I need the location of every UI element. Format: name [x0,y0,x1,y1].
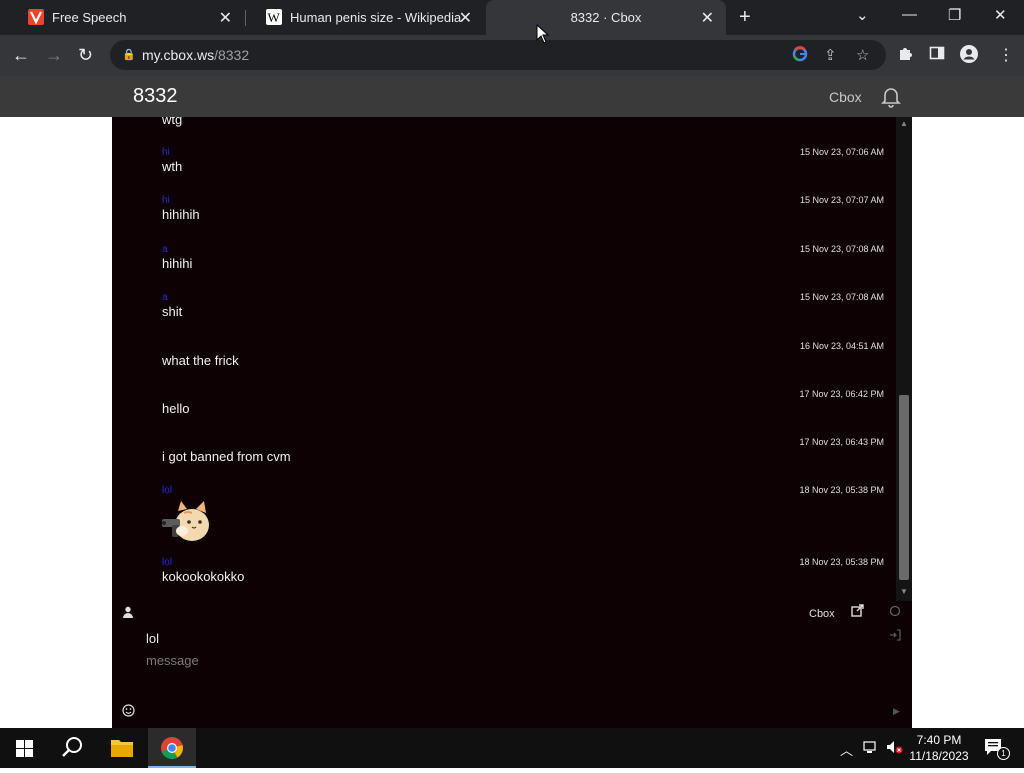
tab-search-icon[interactable]: ⌄ [856,6,869,24]
close-icon[interactable]: ✕ [459,8,472,28]
cbox-link[interactable]: Cbox [809,608,835,620]
wikipedia-icon: W [266,9,282,25]
message-author[interactable]: lol [162,557,172,568]
tab-wikipedia[interactable]: W Human penis size - Wikipedia ✕ [246,0,484,35]
file-explorer-icon[interactable] [98,728,146,768]
message-input[interactable] [146,653,876,668]
message-text: i got banned from cvm [162,449,291,464]
compose-area: ▶ [112,625,912,728]
taskbar: ︿ 7:40 PM 11/18/2023 1 [0,728,1024,768]
more-menu-icon[interactable]: ⋮ [998,45,1014,65]
clock-date: 11/18/2023 [909,749,969,763]
message-author[interactable]: hi [162,147,170,158]
network-icon[interactable] [863,740,879,757]
user-icon[interactable] [122,606,134,621]
message-text: what the frick [162,353,239,368]
extensions-puzzle-icon[interactable] [897,45,913,66]
close-icon[interactable]: ✕ [701,8,714,28]
chevron-up-icon[interactable]: ︿ [840,740,853,759]
google-icon[interactable] [792,46,808,66]
svg-text:W: W [268,10,281,25]
message-time: 15 Nov 23, 07:07 AM [799,195,884,205]
message-author[interactable]: a [162,244,168,255]
tab-strip: Free Speech ✕ W Human penis size - Wikip… [0,0,1024,35]
scroll-down-arrow-icon[interactable]: ▼ [900,587,908,596]
reload-icon[interactable]: ↻ [78,45,93,66]
message-time: 17 Nov 23, 06:43 PM [799,437,884,447]
message-time: 15 Nov 23, 07:08 AM [799,292,884,302]
chat-toolbar: Cbox [112,601,912,625]
address-url[interactable]: my.cbox.ws/8332 [142,47,249,63]
message-time: 17 Nov 23, 06:42 PM [799,389,884,399]
restore-icon[interactable]: ❐ [948,6,961,24]
new-tab-button[interactable]: + [739,6,751,29]
message-text: wth [162,159,183,174]
back-icon[interactable]: ← [12,45,30,66]
forward-icon[interactable]: → [45,45,63,66]
tab-title: Free Speech [52,10,127,25]
chrome-icon[interactable] [148,728,196,768]
message-time: 18 Nov 23, 05:38 PM [799,557,884,567]
share-icon[interactable]: ⇪ [824,46,837,64]
message-author[interactable]: hi [162,195,170,206]
emoji-icon[interactable] [122,704,135,720]
message-text: shit [162,304,183,319]
browser-toolbar: ← → ↻ 🔒 my.cbox.ws/8332 ⇪ ☆ ⋮ [0,35,1024,76]
windows-start-icon[interactable] [16,740,33,757]
scroll-up-arrow-icon[interactable]: ▲ [900,119,908,128]
search-icon[interactable] [48,728,96,768]
message-text: wtg [162,117,183,127]
message-list: wtg hi 15 Nov 23, 07:06 AM wth hi 15 Nov… [112,117,896,601]
message-text: hihihih [162,207,200,222]
message-text: hihihi [162,256,193,271]
message-text: hello [162,401,190,416]
tab-cbox[interactable]: 8332 · Cbox ✕ [486,0,726,35]
external-link-icon[interactable] [851,604,864,620]
close-window-icon[interactable]: ✕ [994,6,1007,24]
scrollbar-thumb[interactable] [899,395,909,580]
tab-title: 8332 · Cbox [570,10,642,25]
message-author[interactable]: lol [162,485,172,496]
minimize-icon[interactable]: — [902,6,917,23]
message-time: 18 Nov 23, 05:38 PM [799,485,884,495]
message-time: 16 Nov 23, 04:51 AM [799,341,884,351]
page-title: 8332 [133,85,178,107]
message-time: 15 Nov 23, 07:06 AM [799,147,884,157]
system-clock[interactable]: 7:40 PM 11/18/2023 [904,732,974,764]
close-icon[interactable]: ✕ [219,8,232,28]
tab-free-speech[interactable]: Free Speech ✕ [8,0,244,35]
bookmark-star-icon[interactable]: ☆ [856,46,869,64]
side-panel-icon[interactable] [929,45,945,66]
send-arrow-icon[interactable]: ▶ [893,706,900,717]
chat-box: wtg hi 15 Nov 23, 07:06 AM wth hi 15 Nov… [112,117,912,728]
profile-avatar-icon[interactable] [960,45,978,68]
lock-icon[interactable]: 🔒 [122,48,136,61]
login-icon[interactable] [889,629,901,644]
cbox-brand-link[interactable]: Cbox [829,89,862,105]
message-author[interactable]: a [162,292,168,303]
volume-muted-icon[interactable] [886,740,904,757]
message-time: 15 Nov 23, 07:08 AM [799,244,884,254]
page-header: 8332 Cbox [0,76,1024,117]
name-input[interactable] [146,631,876,646]
bell-icon[interactable] [879,84,903,114]
message-text: kokookokokko [162,569,245,584]
notification-count-badge: 1 [997,747,1010,760]
message-scrollbar[interactable]: ▲ ▼ [896,117,912,601]
cat-with-gun-image[interactable] [162,499,210,543]
address-bar[interactable]: 🔒 my.cbox.ws/8332 ⇪ ☆ [110,40,886,70]
tab-title: Human penis size - Wikipedia [290,10,462,25]
loading-circle-icon [889,605,901,620]
clock-time: 7:40 PM [916,733,962,747]
v-logo-icon [28,9,44,25]
